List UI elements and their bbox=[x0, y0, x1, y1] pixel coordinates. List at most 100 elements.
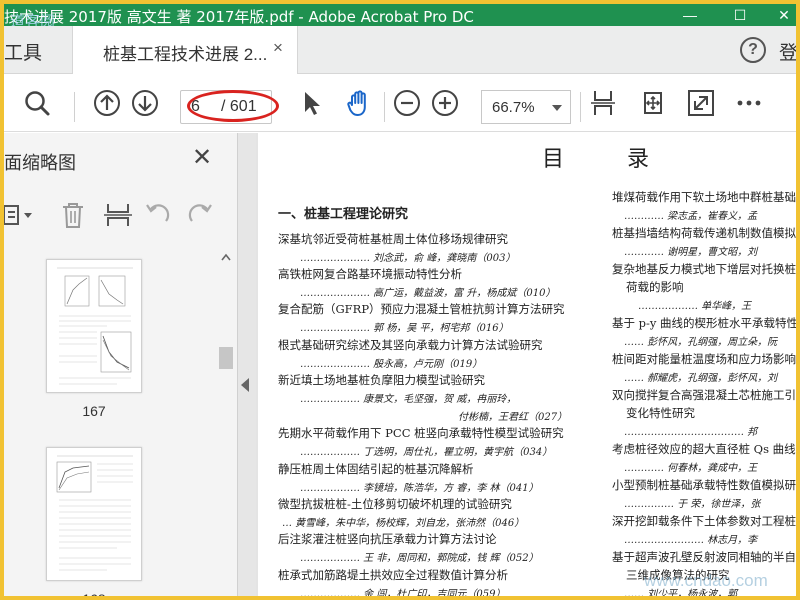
toc-entry-title: 后注浆灌注桩竖向抗压承载力计算方法讨论 bbox=[278, 532, 497, 546]
next-page-icon[interactable] bbox=[130, 88, 160, 118]
toc-entry-authors: ………………… 郭 杨，吴 平，柯宅邦（016） bbox=[300, 323, 509, 334]
toolbar: 6 / 601 66.7% bbox=[4, 74, 796, 132]
toc-entry-authors: ………… 梁志孟，崔春义，孟 bbox=[624, 211, 758, 222]
toc-entry-title: 基于 p-y 曲线的楔形桩水平承载特性 bbox=[612, 316, 796, 330]
scroll-up-icon[interactable] bbox=[221, 253, 231, 261]
toc-entry-title: 桩承式加筋路堤土拱效应全过程数值计算分析 bbox=[278, 568, 508, 582]
thumbnail-list: 167 bbox=[4, 247, 216, 596]
zoom-level-select[interactable]: 66.7% bbox=[481, 90, 571, 124]
options-menu-icon[interactable] bbox=[4, 203, 34, 227]
site-watermark: www.cndao.com bbox=[644, 571, 768, 590]
rotate-left-icon[interactable] bbox=[144, 201, 172, 229]
panel-title: 面缩略图 bbox=[4, 153, 76, 173]
page-heading: 目 录 bbox=[542, 147, 677, 172]
window-title: 技术进展 2017版 高文生 著 2017年版.pdf - Adobe Acro… bbox=[4, 8, 474, 26]
zoom-in-icon[interactable] bbox=[430, 88, 460, 118]
zoom-out-icon[interactable] bbox=[392, 88, 422, 118]
thumbnail-preview bbox=[56, 455, 133, 571]
toc-entry-authors: ………… 何春林，龚成中，王 bbox=[624, 463, 758, 474]
tab-document-label: 桩基工程技术进展 2... bbox=[103, 45, 268, 64]
insert-pages-icon[interactable] bbox=[104, 201, 132, 229]
help-button[interactable]: ? bbox=[740, 37, 766, 63]
toc-entry-title: 变化特性研究 bbox=[626, 406, 695, 420]
toc-entry-title: 深开挖卸载条件下土体参数对工程桩 bbox=[612, 514, 796, 528]
toc-entry-title: 基于超声波孔壁反射波同相轴的半自 bbox=[612, 550, 796, 564]
toc-entry-authors: ………… 谢明星，曹文昭，刘 bbox=[624, 247, 758, 258]
toc-entry-title: 荷载的影响 bbox=[626, 280, 684, 294]
close-window-button[interactable]: ✕ bbox=[764, 4, 796, 26]
toc-entry-authors: … 黄雪峰，朱中华，杨校辉，刘自龙，张沛然（046） bbox=[282, 518, 525, 529]
toc-entry-authors: ……………………………… 邦 bbox=[624, 427, 758, 438]
toc-entry-title: 考虑桩径效应的超大直径桩 Qs 曲线 bbox=[612, 442, 796, 456]
panel-close-icon[interactable]: ✕ bbox=[192, 143, 212, 172]
thumbnail-page-number: 167 bbox=[82, 403, 106, 419]
tab-document[interactable]: 桩基工程技术进展 2... × bbox=[72, 26, 298, 75]
toc-entry-authors: …… 郝耀虎，孔纲强，彭怀风，刘 bbox=[624, 373, 778, 384]
thumbnail-preview bbox=[57, 267, 133, 385]
toc-entry-title: 深基坑邻近受荷桩基桩周土体位移场规律研究 bbox=[278, 232, 508, 246]
toc-entry-title: 桩基挡墙结构荷载传递机制数值模拟 bbox=[612, 226, 796, 240]
maximize-icon: ☐ bbox=[733, 7, 747, 23]
panel-collapse-handle[interactable] bbox=[238, 133, 256, 596]
page-thumbnail[interactable] bbox=[46, 259, 142, 393]
tab-tools[interactable]: 工具 bbox=[4, 38, 42, 65]
toc-entry-authors: ……………… 王 非，周同和，郭院成，钱 辉（052） bbox=[300, 553, 539, 564]
app-window: 技术进展 2017版 高文生 著 2017年版.pdf - Adobe Acro… bbox=[4, 4, 796, 596]
tab-close-icon[interactable]: × bbox=[273, 38, 283, 58]
tab-row: 工具 桩基工程技术进展 2... × ? 登 bbox=[4, 26, 796, 75]
close-icon: ✕ bbox=[778, 7, 790, 23]
delete-icon[interactable] bbox=[60, 201, 86, 229]
scroll-thumb[interactable] bbox=[219, 347, 233, 369]
hand-tool-icon[interactable] bbox=[344, 88, 374, 118]
maximize-button[interactable]: ☐ bbox=[720, 4, 760, 26]
toc-entry-title: 静压桩周土体固结引起的桩基沉降解析 bbox=[278, 462, 474, 476]
toc-entry-title: 先期水平荷载作用下 PCC 桩竖向承载特性模型试验研究 bbox=[278, 426, 564, 440]
toc-entry-title: 小型预制桩基础承载特性数值模拟研 bbox=[612, 478, 796, 492]
thumbnails-panel: 面缩略图 ✕ 167 bbox=[4, 133, 238, 596]
toc-entry-authors: ………………… 殷永高，卢元刚（019） bbox=[300, 359, 483, 370]
minimize-icon: — bbox=[683, 7, 697, 23]
toc-entry-title: 复合配筋（GFRP）预应力混凝土管桩抗剪计算方法研究 bbox=[278, 302, 565, 316]
full-screen-icon[interactable] bbox=[686, 88, 716, 118]
thumbnail-page-number: 168 bbox=[64, 591, 124, 596]
toc-entry-title: 桩间距对能量桩温度场和应力场影响 bbox=[612, 352, 796, 366]
toc-entry-authors: ……………… 余 闯，杜广印，吉同元（059） bbox=[300, 589, 506, 596]
toc-entry-title: 微型抗拔桩桩-土位移剪切破坏机理的试验研究 bbox=[278, 497, 512, 511]
chevron-down-icon bbox=[552, 105, 562, 111]
toc-entry-title: 高铁桩网复合路基环境振动特性分析 bbox=[278, 267, 462, 281]
rotate-view-icon[interactable] bbox=[638, 88, 668, 118]
toc-entry-authors: ……………… 李镜培，陈浩华，方 睿，李 林（041） bbox=[300, 483, 539, 494]
document-view[interactable]: 目 录 一、桩基工程理论研究 深基坑邻近受荷桩基桩周土体位移场规律研究 …………… bbox=[256, 133, 796, 596]
select-pointer-icon[interactable] bbox=[296, 88, 326, 118]
toc-entry-authors: ……………… 单华峰，王 bbox=[638, 301, 752, 312]
fit-page-icon[interactable] bbox=[588, 88, 618, 118]
search-icon[interactable] bbox=[22, 88, 52, 118]
help-icon: ? bbox=[748, 41, 758, 58]
section-title: 一、桩基工程理论研究 bbox=[278, 207, 409, 222]
thumbnail-scrollbar[interactable] bbox=[216, 247, 236, 596]
page-thumbnail[interactable] bbox=[46, 447, 142, 581]
toc-entry-authors: ………………… 刘念武，俞 峰，龚晓南（003） bbox=[300, 253, 516, 264]
toc-entry-title: 复杂地基反力模式地下增层对托换桩 bbox=[612, 262, 796, 276]
previous-page-icon[interactable] bbox=[92, 88, 122, 118]
zoom-level-value: 66.7% bbox=[492, 99, 535, 116]
title-bar: 技术进展 2017版 高文生 著 2017年版.pdf - Adobe Acro… bbox=[4, 4, 796, 30]
panel-toolbar bbox=[4, 195, 238, 235]
rotate-right-icon[interactable] bbox=[186, 201, 214, 229]
toc-entry-authors: …………… 于 荣，徐世泽，张 bbox=[624, 499, 761, 510]
toc-entry-title: 新近填土场地基桩负摩阻力模型试验研究 bbox=[278, 373, 485, 387]
toc-entry-authors: …… 彭怀风，孔纲强，周立朵，阮 bbox=[624, 337, 778, 348]
more-options-icon[interactable] bbox=[734, 88, 764, 118]
toc-entry-title: 双向搅拌复合高强混凝土芯桩施工引 bbox=[612, 388, 796, 402]
toc-entry-title: 根式基础研究综述及其竖向承载力计算方法试验研究 bbox=[278, 338, 543, 352]
document-page: 目 录 一、桩基工程理论研究 深基坑邻近受荷桩基桩周土体位移场规律研究 …………… bbox=[258, 133, 796, 596]
toc-entry-authors: ……………… 康景文，毛坚强，贺 威，冉丽玲， bbox=[300, 394, 517, 405]
toc-entry-authors: 付彬楠，王君红（027） bbox=[458, 412, 568, 423]
minimize-button[interactable]: — bbox=[670, 4, 710, 26]
red-highlight-ellipse bbox=[187, 90, 279, 122]
toc-entry-authors: ………………… 高广运，戴益波，富 升，杨成斌（010） bbox=[300, 288, 556, 299]
toc-entry-title: 堆煤荷载作用下软土场地中群桩基础 bbox=[612, 190, 796, 204]
signin-button[interactable]: 登 bbox=[779, 38, 796, 65]
chevron-left-icon bbox=[241, 378, 249, 392]
toc-entry-authors: …………………… 林志月，李 bbox=[624, 535, 758, 546]
